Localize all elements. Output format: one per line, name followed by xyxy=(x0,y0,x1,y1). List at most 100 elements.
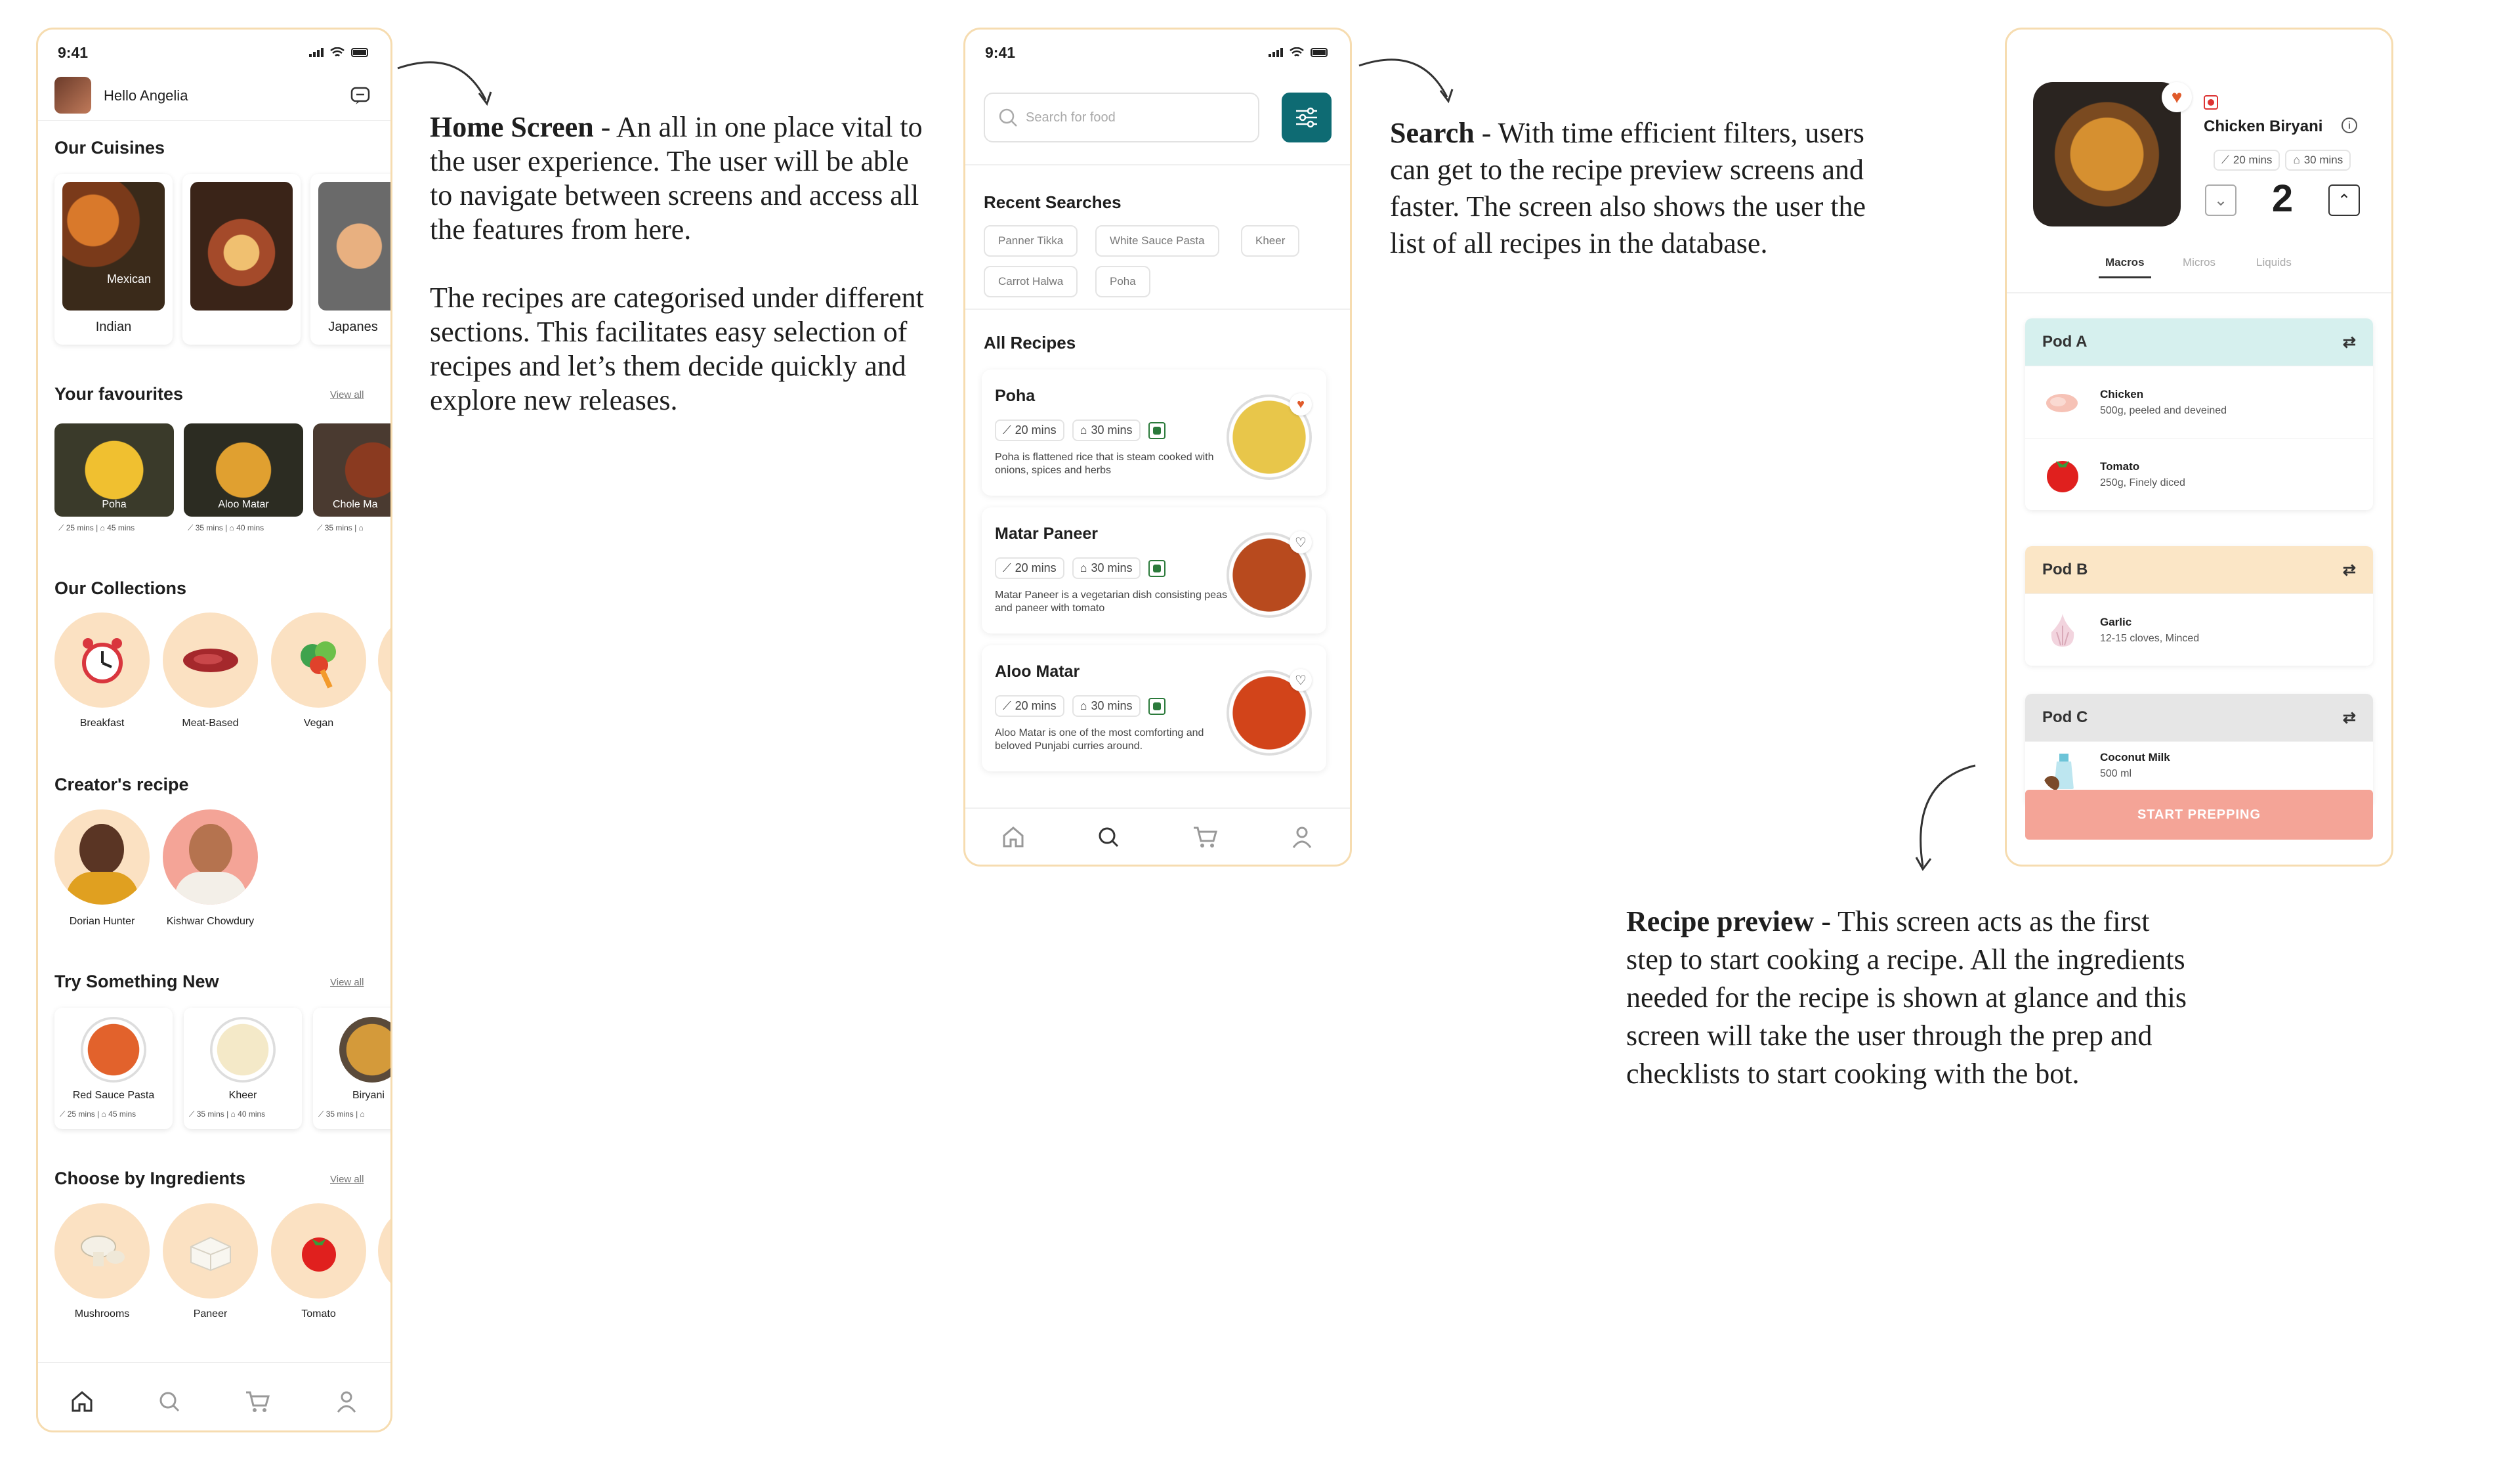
annotation-arrow xyxy=(1915,764,1976,871)
try-time: ⟋ 35 mins | ⌂ xyxy=(318,1109,365,1119)
prep-time: 20 mins xyxy=(1015,423,1057,437)
cook-time: 45 mins xyxy=(107,523,135,532)
status-bar: 9:41 xyxy=(965,30,1350,75)
prep-time: 35 mins xyxy=(196,1109,224,1119)
recent-chip[interactable]: Panner Tikka xyxy=(984,225,1078,257)
ingredient-partial[interactable] xyxy=(378,1203,390,1299)
recipe-card[interactable]: Aloo Matar ⟋ 20 mins ⌂ 30 mins Aloo Mata… xyxy=(982,645,1326,771)
heart-outline-icon[interactable]: ♡ xyxy=(1290,531,1312,553)
pod-header: Pod A ⇄ xyxy=(2025,318,2373,366)
cart-icon[interactable] xyxy=(245,1390,271,1413)
try-card[interactable]: Red Sauce Pasta ⟋ 25 mins | ⌂ 45 mins xyxy=(54,1008,173,1129)
profile-icon[interactable] xyxy=(1290,825,1314,849)
pod-card[interactable]: Pod A ⇄ Chicken 500g, peeled and deveined … xyxy=(2025,318,2373,510)
recent-chip[interactable]: Carrot Halwa xyxy=(984,266,1078,297)
pod-card[interactable]: Pod B ⇄ Garlic 12-15 cloves, Minced xyxy=(2025,546,2373,666)
prep-time-box: ⟋ 20 mins xyxy=(995,695,1064,717)
swap-icon[interactable]: ⇄ xyxy=(2343,333,2356,352)
search-input[interactable]: Search for food xyxy=(984,93,1259,142)
prep-time: 20 mins xyxy=(1015,699,1057,712)
ingredients-view-all[interactable]: View all xyxy=(330,1174,364,1185)
recipe-description: Aloo Matar is one of the most comforting… xyxy=(995,727,1204,752)
ingredient-name: Chicken xyxy=(2100,387,2144,400)
search-screen-phone: 9:41 Search for food Recent Searches Pan… xyxy=(963,28,1352,867)
ingredient-row: Chicken 500g, peeled and deveined xyxy=(2025,366,2373,438)
home-screen-phone: 9:41 Hello Angelia Our Cuisines Mexican … xyxy=(36,28,392,1432)
swap-icon[interactable]: ⇄ xyxy=(2343,708,2356,727)
divider xyxy=(2007,292,2391,293)
favourite-name: Aloo Matar xyxy=(218,499,269,510)
collection-vegan[interactable] xyxy=(271,612,366,708)
try-image xyxy=(210,1017,276,1083)
collection-breakfast[interactable] xyxy=(54,612,150,708)
ingredient-paneer[interactable] xyxy=(163,1203,258,1299)
cuisine-card[interactable]: Japanes xyxy=(310,174,390,345)
search-icon xyxy=(999,108,1017,127)
prep-time-box: ⟋ 20 mins xyxy=(2214,150,2280,171)
veg-icon xyxy=(1148,559,1166,577)
search-icon[interactable] xyxy=(1097,825,1120,849)
favourite-name: Chole Ma xyxy=(333,499,378,510)
chat-icon[interactable] xyxy=(350,85,371,106)
search-icon[interactable] xyxy=(158,1390,181,1413)
collection-partial[interactable] xyxy=(378,612,390,708)
tab-micros[interactable]: Micros xyxy=(2183,256,2216,269)
favourite-card[interactable]: Chole Ma ⟋ 35 mins | ⌂ xyxy=(313,423,390,542)
bottom-nav xyxy=(38,1369,390,1430)
decrease-servings-button[interactable]: ⌄ xyxy=(2205,184,2236,216)
collection-label: Breakfast xyxy=(79,718,125,729)
tab-liquids[interactable]: Liquids xyxy=(2256,256,2292,269)
collection-meat-based[interactable] xyxy=(163,612,258,708)
creator-avatar[interactable] xyxy=(163,809,258,905)
cart-icon[interactable] xyxy=(1192,825,1219,849)
start-prepping-button[interactable]: START PREPPING xyxy=(2025,790,2373,840)
recipe-image xyxy=(2033,82,2181,226)
heart-filled-icon[interactable]: ♥ xyxy=(2162,82,2192,112)
cuisine-card[interactable] xyxy=(182,174,301,345)
ingredient-tomato[interactable] xyxy=(271,1203,366,1299)
recent-chip[interactable]: Poha xyxy=(1095,266,1150,297)
recent-chip[interactable]: Kheer xyxy=(1241,225,1300,257)
creator-name: Kishwar Chowdury xyxy=(166,916,255,927)
home-annotation-p2: The recipes are categorised under differ… xyxy=(430,282,924,416)
recent-chip[interactable]: White Sauce Pasta xyxy=(1095,225,1219,257)
recipe-card[interactable]: Poha ⟋ 20 mins ⌂ 30 mins Poha is flatten… xyxy=(982,370,1326,496)
try-card[interactable]: Kheer ⟋ 35 mins | ⌂ 40 mins xyxy=(184,1008,302,1129)
prep-time: 35 mins xyxy=(326,1109,354,1119)
favourites-view-all[interactable]: View all xyxy=(330,389,364,400)
home-icon[interactable] xyxy=(70,1390,94,1413)
status-bar: 9:41 xyxy=(38,30,390,75)
home-icon[interactable] xyxy=(1001,825,1025,849)
prep-time: 25 mins xyxy=(67,1109,95,1119)
filter-button[interactable] xyxy=(1282,93,1332,142)
battery-icon xyxy=(351,48,368,57)
recipe-name: Poha xyxy=(995,387,1036,405)
try-name: Red Sauce Pasta xyxy=(72,1090,155,1101)
try-card[interactable]: Biryani ⟋ 35 mins | ⌂ xyxy=(313,1008,390,1129)
chicken-icon xyxy=(2046,393,2078,412)
cuisine-overlay: Mexican xyxy=(107,272,152,286)
cuisine-card[interactable]: Mexican Indian xyxy=(54,174,173,345)
heart-filled-icon[interactable]: ♥ xyxy=(1290,393,1312,416)
ingredient-mushrooms[interactable] xyxy=(54,1203,150,1299)
try-view-all[interactable]: View all xyxy=(330,977,364,988)
heart-outline-icon[interactable]: ♡ xyxy=(1290,669,1312,691)
info-icon[interactable]: i xyxy=(2342,118,2357,133)
recipe-times: ⟋ 20 mins ⌂ 30 mins xyxy=(2214,150,2351,171)
favourite-card[interactable]: Aloo Matar ⟋ 35 mins | ⌂ 40 mins xyxy=(184,423,303,542)
pod-card[interactable]: Pod C ⇄ Coconut Milk 500 ml xyxy=(2025,694,2373,805)
profile-icon[interactable] xyxy=(335,1390,358,1413)
divider xyxy=(965,309,1350,310)
increase-servings-button[interactable]: ⌃ xyxy=(2328,184,2360,216)
recipe-card[interactable]: Matar Paneer ⟋ 20 mins ⌂ 30 mins Matar P… xyxy=(982,507,1326,633)
all-recipes-title: All Recipes xyxy=(984,333,1076,353)
avatar[interactable] xyxy=(54,77,91,114)
creator-avatar[interactable] xyxy=(54,809,150,905)
meat-icon xyxy=(182,648,238,672)
tomato-icon xyxy=(2047,460,2078,492)
swap-icon[interactable]: ⇄ xyxy=(2343,561,2356,580)
pod-name: Pod A xyxy=(2042,333,2088,351)
favourite-card[interactable]: Poha ⟋ 25 mins | ⌂ 45 mins xyxy=(54,423,174,542)
tab-macros[interactable]: Macros xyxy=(2105,256,2145,269)
bottom-nav xyxy=(965,807,1350,865)
